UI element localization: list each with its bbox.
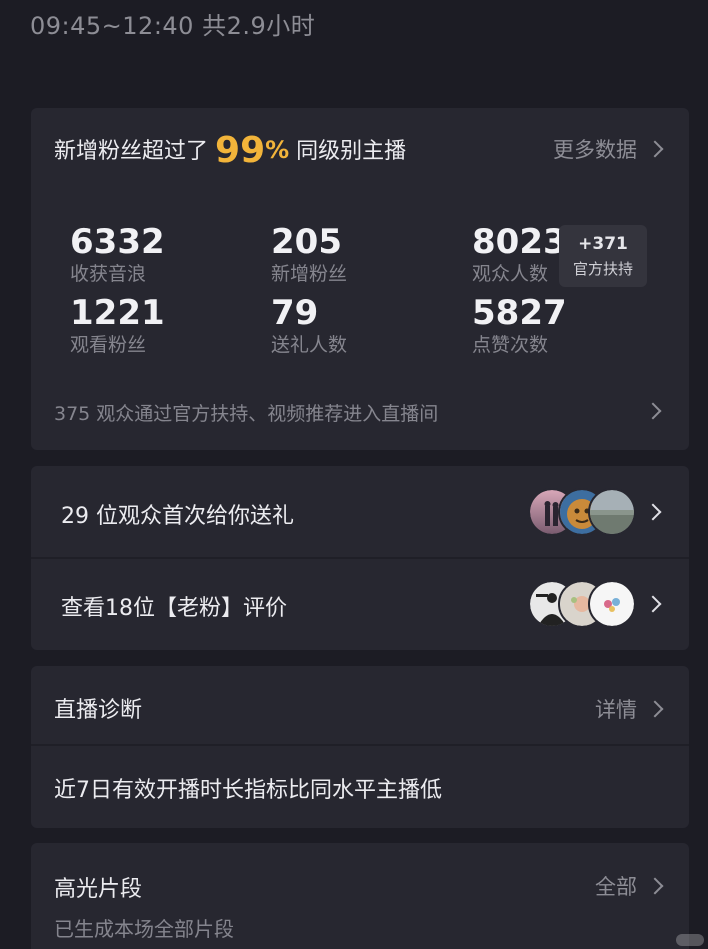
chevron-right-icon (646, 877, 664, 895)
headline-percent-sign: % (265, 136, 290, 164)
summary-card: 新增粉丝超过了 99% 同级别主播 更多数据 6332 收获音浪 205 新增粉… (31, 108, 689, 450)
more-data-label: 更多数据 (553, 138, 637, 162)
highlights-subtitle: 已生成本场全部片段 (54, 917, 234, 941)
live-time-range: 09:45~12:40 共2.9小时 (30, 12, 316, 40)
chevron-right-icon[interactable] (644, 402, 662, 420)
stat-label: 观众人数 (472, 263, 549, 285)
gift-avatars (528, 488, 638, 536)
first-gift-text: 29 位观众首次给你送礼 (61, 504, 294, 529)
stat-label: 收获音浪 (70, 263, 147, 285)
stat-value: 1221 (70, 293, 165, 333)
divider (31, 744, 689, 746)
chevron-right-icon (646, 700, 664, 718)
stat-new-fans: 205 新增粉丝 (271, 222, 347, 286)
highlights-all-link[interactable]: 全部 (595, 871, 664, 901)
stat-label: 送礼人数 (271, 334, 348, 356)
highlights-title: 高光片段 (54, 877, 143, 902)
traffic-source-note[interactable]: 375 观众通过官方扶持、视频推荐进入直播间 (54, 399, 438, 426)
first-gift-row[interactable]: 29 位观众首次给你送礼 (31, 466, 689, 559)
stat-value: 205 (271, 222, 342, 262)
stat-value: 6332 (70, 222, 165, 262)
diagnosis-message: 近7日有效开播时长指标比同水平主播低 (54, 778, 442, 803)
stat-value: 5827 (472, 293, 567, 333)
highlights-card: 高光片段 全部 已生成本场全部片段 (31, 843, 689, 949)
headline-percent: 99 (215, 130, 266, 171)
headline-suffix: 同级别主播 (296, 139, 407, 164)
chevron-right-icon (644, 595, 662, 613)
stat-sound-waves: 6332 收获音浪 (70, 222, 165, 286)
old-fans-avatars (528, 580, 638, 628)
diagnosis-title: 直播诊断 (54, 698, 143, 723)
avatar (588, 488, 636, 536)
avatar (588, 580, 636, 628)
watermark (676, 934, 704, 946)
chevron-right-icon (646, 140, 664, 158)
stat-viewers: 8023 观众人数 (472, 222, 567, 286)
chevron-right-icon (644, 503, 662, 521)
live-summary-screen: 09:45~12:40 共2.9小时 新增粉丝超过了 99% 同级别主播 更多数… (0, 0, 708, 949)
old-fans-row[interactable]: 查看18位【老粉】评价 (31, 558, 689, 650)
stat-label: 点赞次数 (472, 334, 549, 356)
more-data-link[interactable]: 更多数据 (553, 134, 664, 164)
detail-label: 详情 (595, 698, 637, 722)
boost-value: +371 (578, 234, 628, 254)
diagnosis-card: 直播诊断 详情 近7日有效开播时长指标比同水平主播低 (31, 666, 689, 828)
all-label: 全部 (595, 875, 637, 899)
audience-card: 29 位观众首次给你送礼 查看18位【老粉】评价 (31, 466, 689, 650)
old-fans-text: 查看18位【老粉】评价 (61, 596, 287, 621)
stat-value: 8023 (472, 222, 567, 262)
stat-watching-fans: 1221 观看粉丝 (70, 293, 165, 357)
stat-likes: 5827 点赞次数 (472, 293, 567, 357)
stat-gift-givers: 79 送礼人数 (271, 293, 347, 357)
stat-label: 新增粉丝 (271, 263, 348, 285)
diagnosis-detail-link[interactable]: 详情 (595, 694, 664, 724)
stat-value: 79 (271, 293, 319, 333)
official-boost-badge: +371 官方扶持 (559, 225, 647, 287)
headline-prefix: 新增粉丝超过了 (54, 139, 209, 164)
stat-label: 观看粉丝 (70, 334, 147, 356)
boost-label: 官方扶持 (572, 260, 633, 278)
fans-rank-headline: 新增粉丝超过了 99% 同级别主播 (54, 130, 406, 171)
